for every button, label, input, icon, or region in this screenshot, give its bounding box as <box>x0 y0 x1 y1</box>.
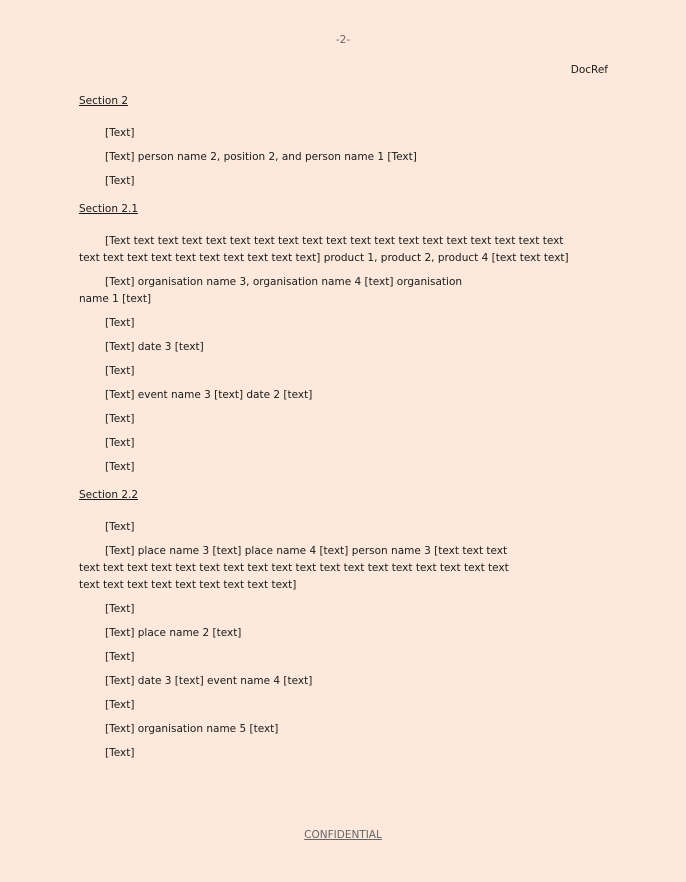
section-2-1-paragraph-5: [Text] <box>105 365 135 377</box>
section-2-2-paragraph-1: [Text] <box>105 521 135 533</box>
section-2-2-paragraph-7: [Text] <box>105 699 135 711</box>
section-2-2-paragraph-8: [Text] organisation name 5 [text] <box>105 723 279 735</box>
document-body: Section 2 [Text] [Text] person name 2, p… <box>79 94 569 769</box>
section-2-heading: Section 2 <box>79 95 129 107</box>
section-2-1-paragraph-8: [Text] <box>105 437 135 449</box>
section-2-2-heading: Section 2.2 <box>79 489 139 501</box>
section-2-paragraph-2: [Text] person name 2, position 2, and pe… <box>105 151 417 163</box>
section-2-1-heading: Section 2.1 <box>79 203 139 215</box>
section-2-2-paragraph-6: [Text] date 3 [text] event name 4 [text] <box>105 675 313 687</box>
section-2-1-paragraph-4: [Text] date 3 [text] <box>105 341 204 353</box>
section-2-1-paragraph-2: [Text] organisation name 3, organisation… <box>79 276 463 305</box>
section-2-1-paragraph-9: [Text] <box>105 461 135 473</box>
doc-ref: DocRef <box>570 64 608 76</box>
section-2-1-paragraph-1: [Text text text text text text text text… <box>79 235 569 264</box>
page-number: -2- <box>335 34 351 46</box>
section-2-1-paragraph-6: [Text] event name 3 [text] date 2 [text] <box>105 389 313 401</box>
section-2-2-paragraph-4: [Text] place name 2 [text] <box>105 627 242 639</box>
section-2-2-paragraph-2: [Text] place name 3 [text] place name 4 … <box>79 545 509 591</box>
footer-classification: CONFIDENTIAL <box>304 829 382 841</box>
section-2-2-paragraph-3: [Text] <box>105 603 135 615</box>
section-2-2-paragraph-5: [Text] <box>105 651 135 663</box>
section-2-paragraph-1: [Text] <box>105 127 135 139</box>
section-2-paragraph-3: [Text] <box>105 175 135 187</box>
section-2-1-paragraph-7: [Text] <box>105 413 135 425</box>
section-2-2-paragraph-9: [Text] <box>105 747 135 759</box>
section-2-1-paragraph-3: [Text] <box>105 317 135 329</box>
